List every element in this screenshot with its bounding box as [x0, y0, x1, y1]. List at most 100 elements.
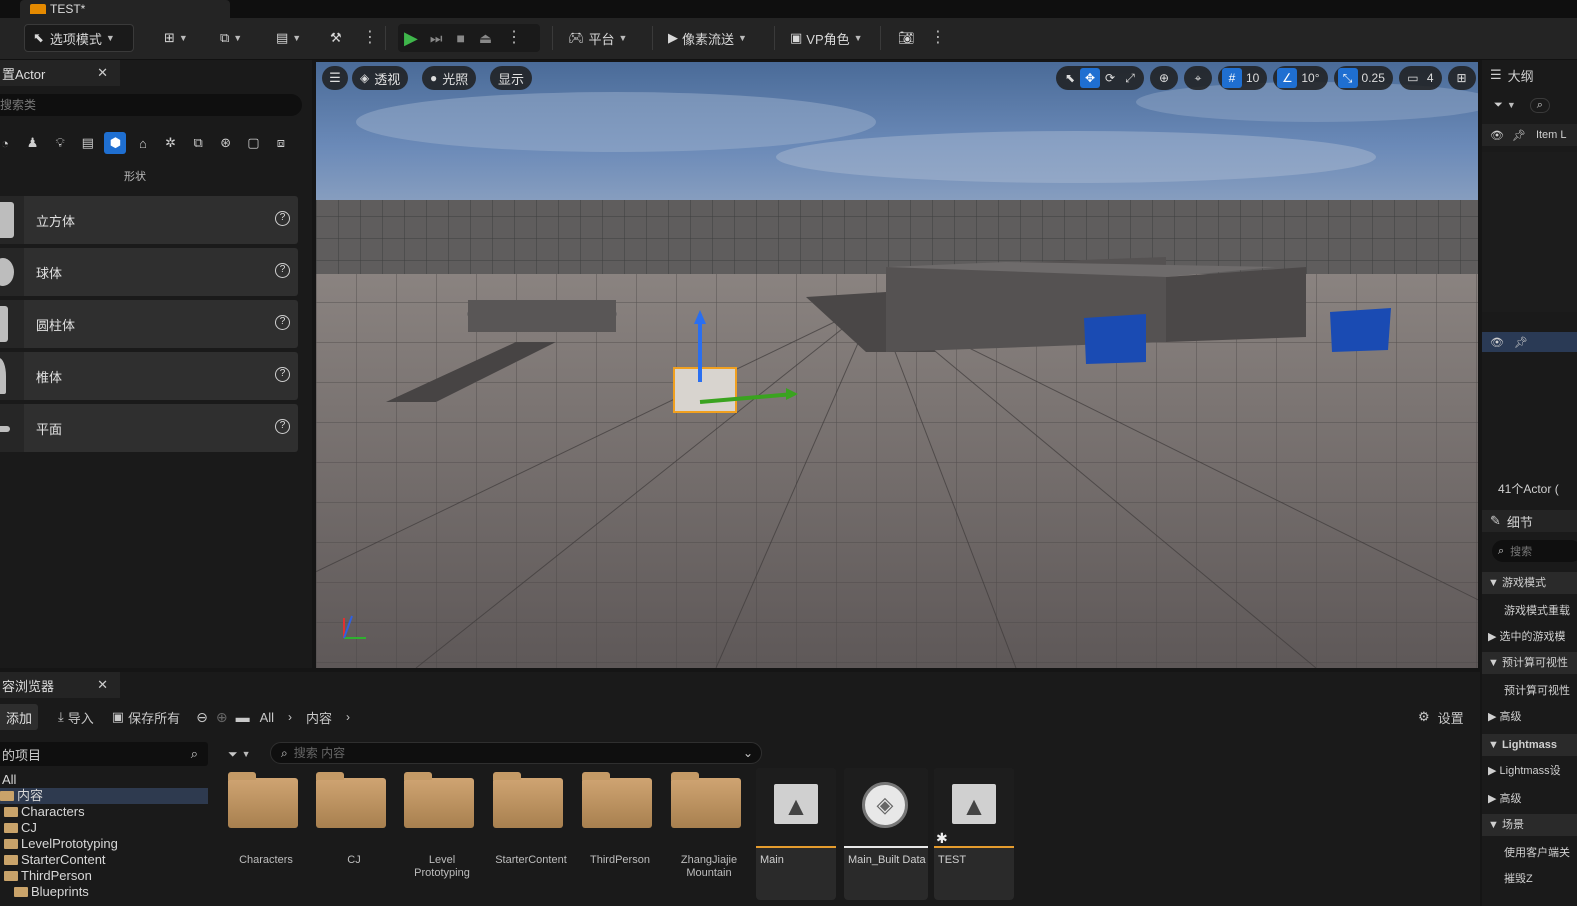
details-category-row[interactable]: ▼ Lightmass — [1482, 734, 1577, 756]
more-options-button[interactable]: ⋮ — [362, 24, 378, 52]
class-search-input[interactable]: 搜索类 — [0, 94, 302, 116]
cinematic-icon[interactable]: ▤ — [77, 132, 99, 154]
content-browser-tab[interactable]: 容浏览器 ✕ — [0, 672, 120, 698]
tree-item-all[interactable]: All — [0, 772, 208, 788]
help-icon[interactable]: ? — [275, 367, 290, 382]
visibility-eye-icon[interactable]: 👁︎ — [1490, 129, 1504, 142]
platform-button[interactable]: 🎮︎ 平台 ▼ — [568, 24, 627, 52]
add-actor-button[interactable]: ⊞ ▼ — [164, 24, 188, 52]
import-button[interactable]: ⤓ 导入 — [58, 708, 94, 727]
breadcrumb-all[interactable]: All — [260, 710, 274, 725]
breadcrumb-content[interactable]: 内容 — [306, 708, 332, 727]
filter-icon[interactable]: ⏷ — [1494, 99, 1503, 112]
recent-icon[interactable]: ◔ — [0, 132, 16, 154]
details-tab[interactable]: ✎ 细节 — [1482, 510, 1577, 532]
lighting-button[interactable]: ● 光照 — [422, 66, 477, 90]
details-subcategory-row[interactable]: ▶ Lightmass设 — [1482, 760, 1577, 782]
tree-item-levelprototyping[interactable]: LevelPrototyping — [0, 836, 208, 852]
tree-item-content[interactable]: 内容 — [0, 788, 208, 804]
select-cursor-icon[interactable]: ⬉ — [1060, 68, 1080, 88]
geometry-icon[interactable]: ⊛ — [215, 132, 237, 154]
show-button[interactable]: 显示 — [490, 66, 533, 90]
shapes-icon[interactable]: ⬢ — [104, 132, 127, 154]
tree-item-characters[interactable]: Characters — [0, 804, 208, 820]
level-viewport[interactable]: ☰ ◈ 透视 ● 光照 显示 ⬉ ✥ ⟳ ⤢ ⊕ ⌖ # 10 ∠ 10° ⤡ 0.… — [316, 62, 1478, 668]
outliner-list[interactable] — [1482, 152, 1577, 312]
sources-search[interactable]: 的项目 ⌕ — [0, 742, 208, 766]
asset-folder-characters[interactable]: Characters — [224, 768, 308, 900]
back-icon[interactable]: ⊖ — [196, 709, 208, 726]
details-property-row[interactable]: 游戏模式重载 — [1482, 600, 1577, 622]
virtual-camera-button[interactable]: 📷︎ — [898, 24, 915, 52]
angle-snap-value[interactable]: 10° — [1297, 71, 1323, 85]
grid-snap-value[interactable]: 10 — [1242, 71, 1263, 85]
lights-icon[interactable]: 💡︎ — [49, 132, 71, 154]
place-actors-tab[interactable]: 置Actor ✕ — [0, 60, 120, 86]
vp-role-button[interactable]: ▣ VP角色 ▼ — [790, 24, 863, 52]
close-icon[interactable]: ✕ — [97, 65, 108, 81]
help-icon[interactable]: ? — [275, 211, 290, 226]
world-globe-icon[interactable]: ⊕ — [1154, 68, 1174, 88]
help-icon[interactable]: ? — [275, 263, 290, 278]
volumes-icon[interactable]: ✲ — [160, 132, 182, 154]
asset-mapbuilddata-main[interactable]: ◈ Main_Built Data — [844, 768, 928, 900]
tree-item-cj[interactable]: CJ — [0, 820, 208, 836]
details-category-row[interactable]: ▼ 场景 — [1482, 814, 1577, 836]
shape-item-sphere[interactable]: 球体 ? — [0, 248, 298, 296]
build-button[interactable]: ⚒ — [330, 24, 342, 52]
outliner-tab[interactable]: ☰ 大纲 — [1482, 64, 1577, 86]
forward-icon[interactable]: ⊕ — [216, 709, 228, 726]
asset-folder-levelprototyping[interactable]: Level Prototyping — [400, 768, 484, 900]
visibility-eye-icon[interactable]: 👁︎ — [1490, 336, 1504, 349]
details-property-row[interactable]: 摧毁Z — [1482, 868, 1577, 890]
camera-speed-icon[interactable]: ▭ — [1403, 68, 1423, 88]
tab-test-level[interactable]: TEST* — [20, 0, 230, 18]
more-shapes-icon[interactable]: ⧈ — [270, 132, 292, 154]
tree-item-blueprints[interactable]: Blueprints — [0, 884, 208, 900]
content-search-input[interactable]: ⌕ 搜索 内容 ⌄ — [270, 742, 762, 764]
basic-icon[interactable]: ♟ — [22, 132, 44, 154]
shape-item-cube[interactable]: 立方体 ? — [0, 196, 298, 244]
asset-folder-thirdperson[interactable]: ThirdPerson — [578, 768, 662, 900]
stop-icon[interactable]: ■ — [456, 30, 464, 46]
shape-item-cone[interactable]: 椎体 ? — [0, 352, 298, 400]
grid-snap-icon[interactable]: # — [1222, 68, 1242, 88]
details-subcategory-row[interactable]: ▶ 选中的游戏模 — [1482, 626, 1577, 648]
details-property-row[interactable]: 使用客户端关 — [1482, 842, 1577, 864]
asset-level-main[interactable]: ▲ Main — [756, 768, 836, 900]
pin-icon[interactable]: 📌︎ — [1514, 336, 1528, 349]
details-category-row[interactable]: ▼ 预计算可视性 — [1482, 652, 1577, 674]
tree-item-startercontent[interactable]: StarterContent — [0, 852, 208, 868]
more-options-button[interactable]: ⋮ — [930, 24, 946, 52]
details-subcategory-row[interactable]: ▶ 高级 — [1482, 706, 1577, 728]
close-icon[interactable]: ✕ — [97, 677, 108, 693]
details-property-row[interactable]: 预计算可视性 — [1482, 680, 1577, 702]
blueprint-button[interactable]: ⧉ ▼ — [220, 24, 242, 52]
tree-item-thirdperson[interactable]: ThirdPerson — [0, 868, 208, 884]
eject-icon[interactable]: ⏏ — [479, 30, 492, 47]
scale-icon[interactable]: ⤢ — [1120, 68, 1140, 88]
folder-icon[interactable]: ▬ — [236, 709, 250, 725]
cinematics-button[interactable]: ▤ ▼ — [276, 24, 301, 52]
viewport-menu-button[interactable]: ☰ — [322, 66, 348, 90]
add-button[interactable]: 添加 — [0, 704, 39, 730]
details-search-input[interactable]: ⌕ 搜索 — [1492, 540, 1577, 562]
shape-item-plane[interactable]: 平面 ? — [0, 404, 298, 452]
plane-icon[interactable]: ▢ — [242, 132, 264, 154]
outliner-selected-row[interactable]: 👁︎ 📌︎ — [1482, 332, 1577, 352]
asset-folder-cj[interactable]: CJ — [312, 768, 396, 900]
perspective-button[interactable]: ◈ 透视 — [352, 66, 409, 90]
step-forward-icon[interactable]: ⏭ — [430, 30, 443, 47]
angle-snap-icon[interactable]: ∠ — [1277, 68, 1298, 88]
mode-select-button[interactable]: ⬉ 选项模式 ▼ — [24, 24, 134, 52]
help-icon[interactable]: ? — [275, 315, 290, 330]
settings-button[interactable]: ⚙ 设置 — [1418, 708, 1464, 727]
translate-icon[interactable]: ✥ — [1080, 68, 1100, 88]
details-subcategory-row[interactable]: ▶ 高级 — [1482, 788, 1577, 810]
asset-level-test[interactable]: ▲ ✱ TEST — [934, 768, 1014, 900]
play-icon[interactable]: ▶ — [404, 28, 418, 49]
pin-icon[interactable]: 📌︎ — [1512, 129, 1526, 142]
shape-item-cylinder[interactable]: 圆柱体 ? — [0, 300, 298, 348]
asset-folder-startercontent[interactable]: StarterContent — [489, 768, 573, 900]
search-icon[interactable]: ⌕ — [1529, 97, 1550, 113]
